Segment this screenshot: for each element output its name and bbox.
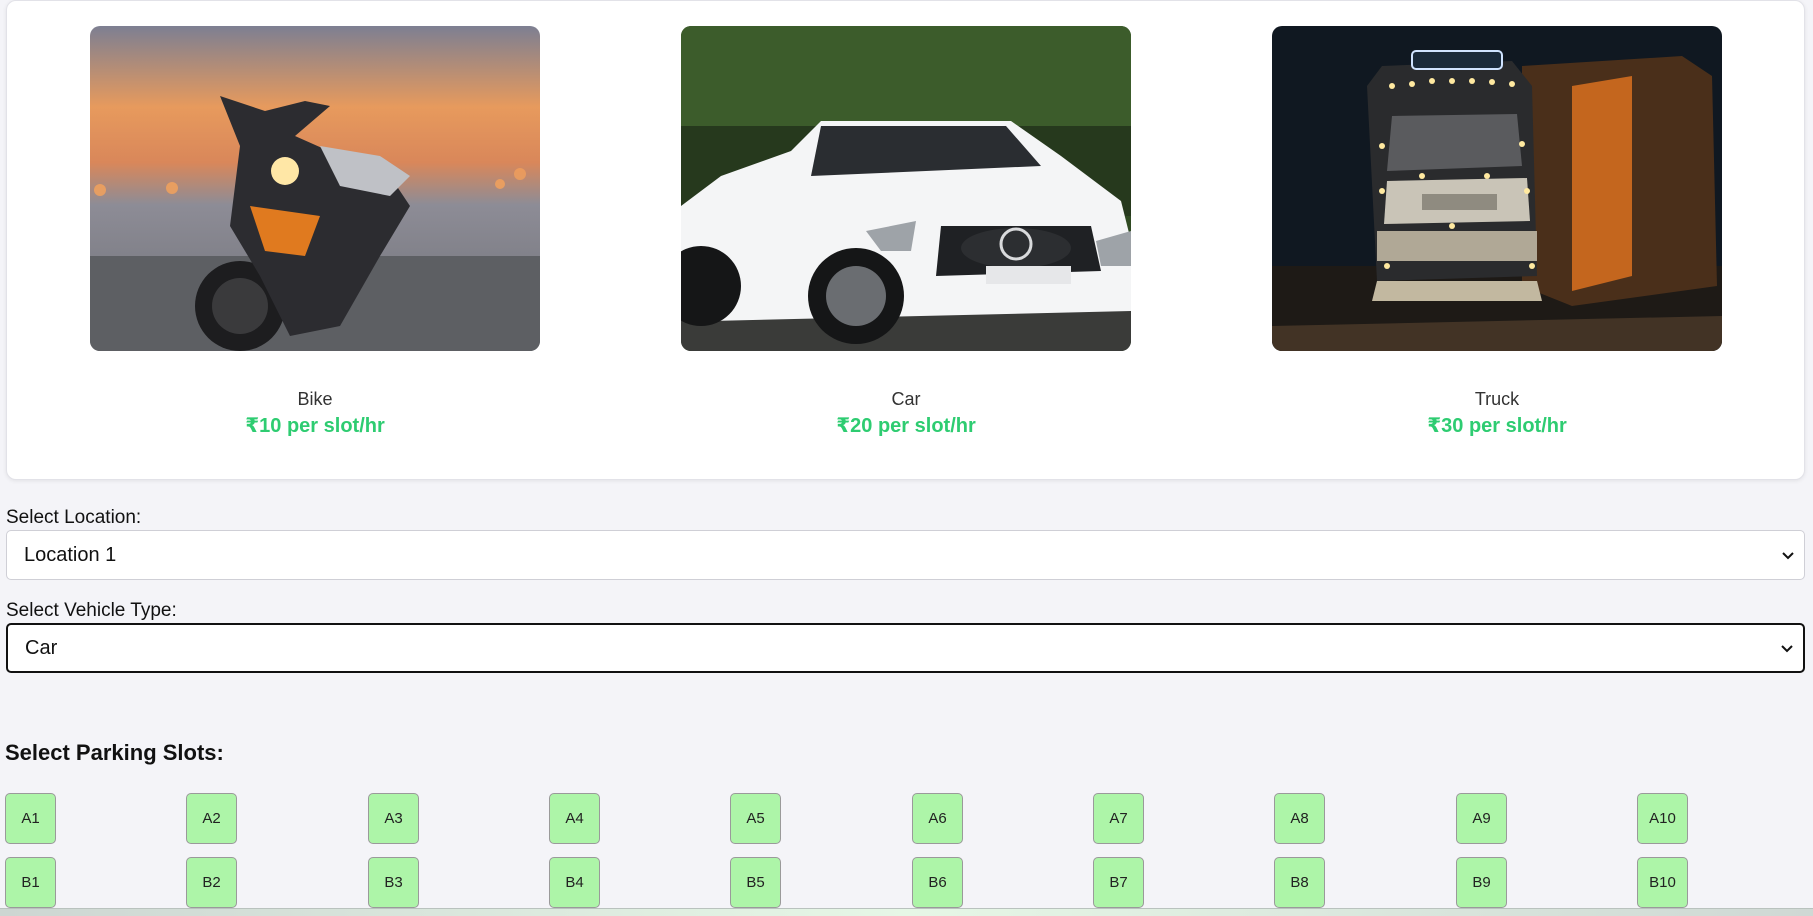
vehicle-name: Truck [1474,389,1520,409]
vehicle-price: ₹30 per slot/hr [1427,415,1567,437]
parking-slot[interactable]: A10 [1637,793,1688,844]
parking-slot[interactable]: B2 [186,857,237,908]
parking-slot[interactable]: A1 [5,793,56,844]
location-label: Select Location: [6,507,142,528]
parking-slot[interactable]: B10 [1637,857,1688,908]
parking-slot[interactable]: A4 [549,793,600,844]
chevron-down-icon [1782,552,1794,560]
vehicle-type-selected-value: Car [25,636,58,659]
bike-photo [90,26,540,351]
location-selected-value: Location 1 [24,543,117,566]
parking-slot[interactable]: B7 [1093,857,1144,908]
parking-slot[interactable]: A7 [1093,793,1144,844]
parking-slot[interactable]: A3 [368,793,419,844]
parking-slot[interactable]: B6 [912,857,963,908]
parking-slot[interactable]: B9 [1456,857,1507,908]
parking-slot[interactable]: A8 [1274,793,1325,844]
parking-slot[interactable]: B5 [730,857,781,908]
vehicle-car[interactable]: Car ₹20 per slot/hr [681,26,1131,438]
slots-title: Select Parking Slots: [5,740,224,765]
parking-slot[interactable]: B3 [368,857,419,908]
vehicle-price: ₹10 per slot/hr [245,415,385,437]
vehicle-price: ₹20 per slot/hr [836,415,976,437]
parking-slot[interactable]: B1 [5,857,56,908]
parking-slot[interactable]: B8 [1274,857,1325,908]
vehicle-truck[interactable]: Truck ₹30 per slot/hr [1272,26,1722,438]
location-select[interactable]: Location 1 [6,530,1805,580]
vehicle-name: Car [891,389,921,409]
parking-slot[interactable]: A6 [912,793,963,844]
bottom-edge [0,908,1813,916]
vehicle-pricing-card: Bike ₹10 per slot/hr Car ₹20 per slot/hr… [6,0,1805,480]
parking-slot[interactable]: A9 [1456,793,1507,844]
vehicle-type-select[interactable]: Car [6,623,1805,673]
vehicle-type-label: Select Vehicle Type: [6,600,177,621]
chevron-down-icon [1781,645,1793,653]
vehicle-bike[interactable]: Bike ₹10 per slot/hr [90,26,540,438]
car-photo [681,26,1131,351]
truck-photo [1272,26,1722,351]
parking-slot[interactable]: A5 [730,793,781,844]
parking-slot[interactable]: A2 [186,793,237,844]
vehicle-name: Bike [297,389,333,409]
parking-slot[interactable]: B4 [549,857,600,908]
page: Bike ₹10 per slot/hr Car ₹20 per slot/hr… [0,0,1813,916]
